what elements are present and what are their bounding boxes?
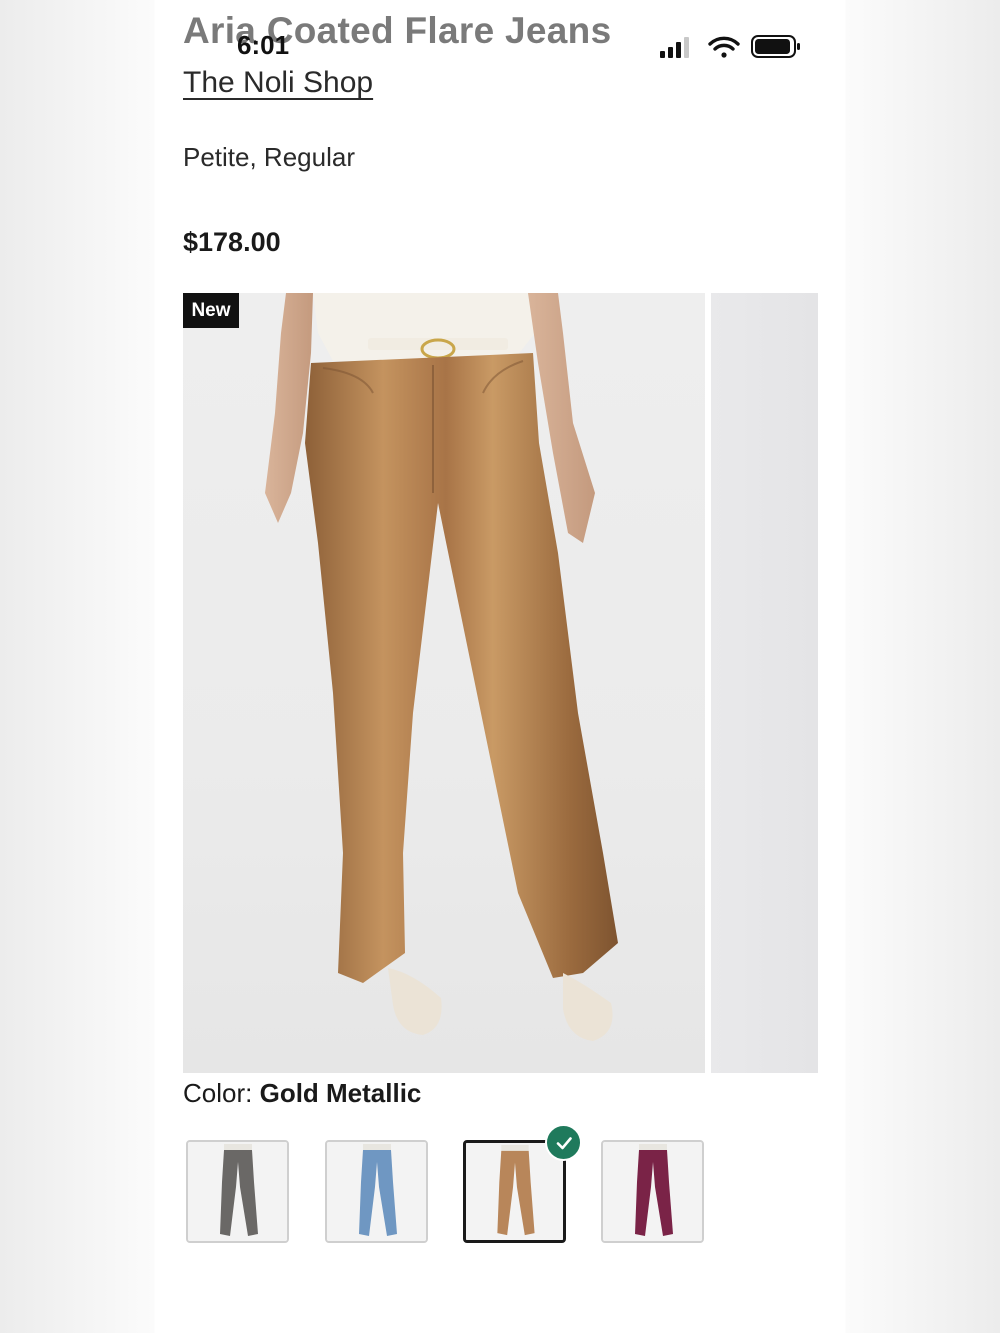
selected-color-name: Gold Metallic — [259, 1078, 422, 1108]
brand-link[interactable]: The Noli Shop — [183, 66, 373, 100]
product-page: Aria Coated Flare Jeans 6:01 The Noli Sh… — [155, 0, 845, 1333]
product-price: $178.00 — [183, 227, 281, 257]
color-label: Color: — [183, 1078, 253, 1108]
color-swatch-light-blue[interactable] — [325, 1140, 428, 1243]
color-selection-label: Color: Gold Metallic — [183, 1078, 421, 1109]
color-swatch-plum[interactable] — [601, 1140, 704, 1243]
next-product-image[interactable] — [711, 293, 818, 1073]
cellular-signal-icon — [660, 37, 689, 58]
color-swatch-charcoal[interactable] — [186, 1140, 289, 1243]
wifi-icon — [708, 36, 740, 58]
charcoal-pants-thumbnail — [188, 1142, 287, 1241]
selected-check-icon — [545, 1124, 582, 1161]
product-image[interactable] — [183, 293, 705, 1073]
light-blue-jeans-thumbnail — [327, 1142, 426, 1241]
model-illustration — [265, 293, 618, 1041]
new-badge: New — [183, 293, 239, 328]
status-icons — [660, 32, 800, 62]
plum-pants-thumbnail — [603, 1142, 702, 1241]
status-time: 6:01 — [237, 30, 290, 60]
image-gallery[interactable]: New — [183, 293, 845, 1073]
battery-icon — [751, 35, 800, 58]
fit-options: Petite, Regular — [183, 142, 355, 172]
gold-metallic-pants-thumbnail — [466, 1143, 563, 1240]
